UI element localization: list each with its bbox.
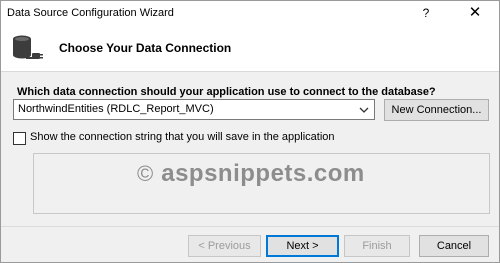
- footer-divider: [1, 226, 499, 227]
- title-bar: Data Source Configuration Wizard ? ✕: [1, 1, 499, 26]
- database-connection-icon: [13, 35, 43, 59]
- wizard-header: Choose Your Data Connection: [1, 26, 499, 72]
- finish-button[interactable]: Finish: [344, 235, 410, 257]
- next-button[interactable]: Next >: [266, 235, 339, 257]
- cancel-button[interactable]: Cancel: [419, 235, 489, 257]
- wizard-window: Data Source Configuration Wizard ? ✕ Cho…: [0, 0, 500, 263]
- page-title: Choose Your Data Connection: [59, 41, 232, 55]
- close-button[interactable]: ✕: [453, 1, 497, 26]
- window-title: Data Source Configuration Wizard: [7, 7, 174, 19]
- show-connection-string-label: Show the connection string that you will…: [30, 131, 335, 143]
- connection-select[interactable]: NorthwindEntities (RDLC_Report_MVC): [13, 99, 375, 120]
- connection-question-label: Which data connection should your applic…: [17, 86, 436, 98]
- copyright-icon: ©: [137, 161, 154, 186]
- new-connection-button[interactable]: New Connection...: [384, 99, 489, 121]
- connection-select-value: NorthwindEntities (RDLC_Report_MVC): [18, 103, 214, 115]
- help-button[interactable]: ?: [411, 1, 441, 26]
- show-connection-string-checkbox[interactable]: [13, 132, 26, 145]
- close-icon: ✕: [468, 4, 482, 21]
- chevron-down-icon: [359, 107, 369, 113]
- previous-button[interactable]: < Previous: [188, 235, 261, 257]
- watermark: © aspsnippets.com: [137, 159, 365, 189]
- watermark-text: aspsnippets.com: [161, 160, 365, 187]
